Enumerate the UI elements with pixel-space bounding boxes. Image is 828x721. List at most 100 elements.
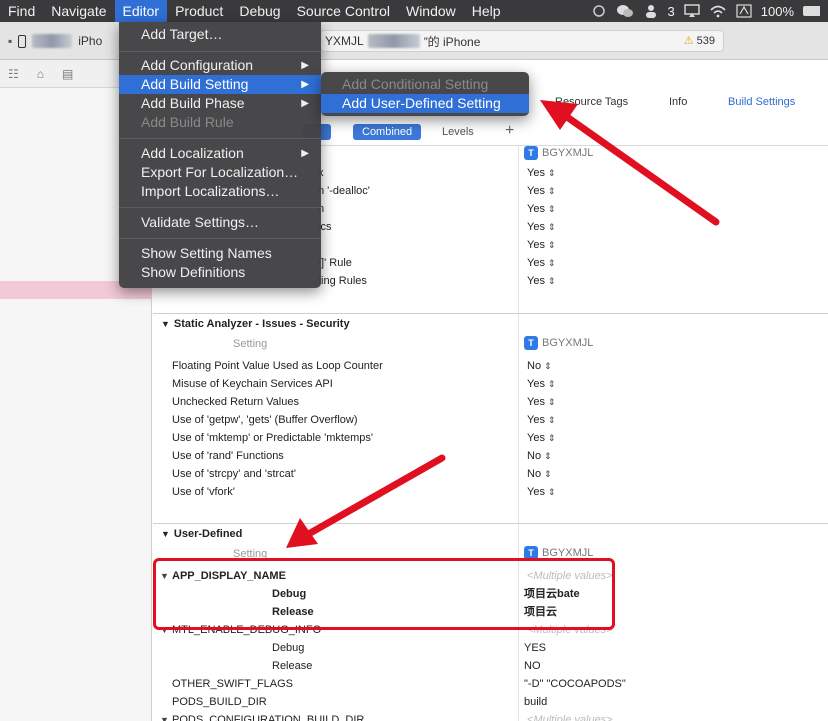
menu-item-add-localization[interactable]: Add Localization ▶ (119, 144, 321, 163)
submenu-arrow-icon: ▶ (301, 98, 309, 109)
setting-value[interactable]: Yes ⇕ (527, 429, 556, 447)
setting-row[interactable]: Floating Point Value Used as Loop Counte… (153, 357, 828, 375)
setting-row[interactable]: Use of 'rand' Functions No ⇕ (153, 447, 828, 465)
add-icon[interactable]: + (505, 122, 514, 140)
setting-row-pods-configuration-build-dir[interactable]: ▼ PODS_CONFIGURATION_BUILD_DIR <Multiple… (153, 711, 828, 721)
menu-item-show-setting-names[interactable]: Show Setting Names (119, 244, 321, 263)
setting-name: ting Rules (318, 275, 367, 287)
redacted-name (32, 34, 73, 48)
setting-name: PODS_BUILD_DIR (172, 696, 267, 708)
input-source-icon[interactable] (735, 4, 753, 18)
setting-value[interactable]: Yes ⇕ (527, 272, 556, 290)
warning-indicator[interactable]: ⚠ 539 (684, 34, 715, 48)
setting-value[interactable]: Yes ⇕ (527, 254, 556, 272)
section-static-analyzer[interactable]: ▼ Static Analyzer - Issues - Security (153, 313, 828, 333)
setting-value[interactable]: Yes ⇕ (527, 236, 556, 254)
wechat-icon[interactable] (616, 4, 634, 18)
status-suffix: ”的 iPhone (423, 34, 481, 49)
menu-item-add-build-phase[interactable]: Add Build Phase ▶ (119, 94, 321, 113)
menu-item-show-definitions[interactable]: Show Definitions (119, 263, 321, 282)
menu-item-export-localization[interactable]: Export For Localization… (119, 163, 321, 182)
tag-icon[interactable]: ⌂ (37, 67, 44, 81)
setting-value[interactable]: No ⇕ (527, 447, 552, 465)
menu-item-import-localizations[interactable]: Import Localizations… (119, 182, 321, 201)
segment-levels[interactable]: Levels (433, 124, 483, 140)
stop-icon[interactable]: ▪ (8, 34, 12, 48)
menu-debug[interactable]: Debug (231, 0, 288, 22)
airplay-icon[interactable] (683, 4, 701, 18)
value-text: Yes (527, 414, 545, 426)
setting-value[interactable]: Yes ⇕ (527, 411, 556, 429)
setting-row[interactable]: Use of 'getpw', 'gets' (Buffer Overflow)… (153, 411, 828, 429)
menu-navigate[interactable]: Navigate (43, 0, 114, 22)
activity-status: YXMJL ”的 iPhone ⚠ 539 (320, 30, 724, 52)
tab-info[interactable]: Info (669, 96, 687, 108)
menu-product[interactable]: Product (167, 0, 231, 22)
setting-value[interactable]: Yes ⇕ (527, 200, 556, 218)
target-header: T BGYXMJL (524, 336, 593, 350)
setting-value[interactable]: YES (524, 639, 546, 657)
tab-resource-tags[interactable]: Resource Tags (555, 96, 628, 108)
menu-editor[interactable]: Editor (114, 0, 168, 22)
setting-value[interactable]: Yes ⇕ (527, 182, 556, 200)
setting-value[interactable]: Yes ⇕ (527, 483, 556, 501)
battery-icon[interactable] (802, 4, 820, 18)
menu-help[interactable]: Help (464, 0, 509, 22)
target-header: T BGYXMJL (524, 146, 593, 160)
setting-value[interactable]: No ⇕ (527, 357, 552, 375)
setting-value[interactable]: build (524, 693, 547, 711)
setting-row-other-swift-flags[interactable]: OTHER_SWIFT_FLAGS "-D" "COCOAPODS" (153, 675, 828, 693)
spotlight-user-icon[interactable] (590, 4, 608, 18)
section-user-defined[interactable]: ▼ User-Defined (153, 523, 828, 543)
setting-row-release[interactable]: Release NO (153, 657, 828, 675)
segment-combined[interactable]: Combined (353, 124, 422, 140)
disclosure-triangle-icon[interactable]: ▼ (161, 319, 170, 329)
setting-value[interactable]: NO (524, 657, 541, 675)
disclosure-triangle-icon[interactable]: ▼ (160, 711, 169, 721)
menu-item-add-conditional-setting: Add Conditional Setting (342, 76, 489, 92)
menu-item-label: Add Localization (141, 145, 244, 161)
setting-row-debug[interactable]: Debug YES (153, 639, 828, 657)
value-text: Yes (527, 378, 545, 390)
menu-separator (119, 238, 321, 239)
menu-item-add-user-defined-setting[interactable]: Add User-Defined Setting (321, 94, 529, 113)
menu-find[interactable]: Find (0, 0, 43, 22)
value-text: Yes (527, 275, 545, 287)
scheme-selector[interactable]: ▪ iPho (8, 30, 102, 52)
setting-value[interactable]: Yes ⇕ (527, 393, 556, 411)
setting-row[interactable]: Use of 'mktemp' or Predictable 'mktemps'… (153, 429, 828, 447)
list-icon[interactable]: ☷ (8, 67, 19, 81)
comment-icon[interactable]: ▤ (62, 67, 73, 81)
value-text: Yes (527, 221, 545, 233)
setting-row[interactable]: Misuse of Keychain Services API Yes ⇕ (153, 375, 828, 393)
config-name: Release (272, 660, 313, 672)
stepper-icon: ⇕ (547, 240, 556, 250)
menu-item-add-configuration[interactable]: Add Configuration ▶ (119, 56, 321, 75)
value-text: Yes (527, 185, 545, 197)
setting-value[interactable]: "-D" "COCOAPODS" (524, 675, 626, 693)
setting-column-header: Setting (233, 338, 268, 350)
redacted-status (367, 34, 420, 48)
menu-item-add-target[interactable]: Add Target… (119, 25, 321, 44)
menu-source-control[interactable]: Source Control (289, 0, 398, 22)
setting-value[interactable]: <Multiple values> (527, 711, 613, 721)
menu-bar: Find Navigate Editor Product Debug Sourc… (0, 0, 828, 22)
tab-build-settings[interactable]: Build Settings (728, 96, 795, 108)
menu-item-add-build-setting[interactable]: Add Build Setting ▶ (119, 75, 321, 94)
setting-value[interactable]: Yes ⇕ (527, 218, 556, 236)
setting-row-pods-build-dir[interactable]: PODS_BUILD_DIR build (153, 693, 828, 711)
setting-row[interactable]: Use of 'strcpy' and 'strcat' No ⇕ (153, 465, 828, 483)
setting-value[interactable]: Yes ⇕ (527, 164, 556, 182)
menu-item-validate-settings[interactable]: Validate Settings… (119, 213, 321, 232)
person-icon[interactable] (642, 4, 660, 18)
wifi-icon[interactable] (709, 4, 727, 18)
disclosure-triangle-icon[interactable]: ▼ (161, 529, 170, 539)
setting-value[interactable]: Yes ⇕ (527, 375, 556, 393)
menu-separator (119, 51, 321, 52)
setting-value[interactable]: No ⇕ (527, 465, 552, 483)
editor-menu: Add Target… Add Configuration ▶ Add Build… (119, 22, 321, 288)
setting-row[interactable]: Unchecked Return Values Yes ⇕ (153, 393, 828, 411)
menu-window[interactable]: Window (398, 0, 464, 22)
target-name: BGYXMJL (542, 147, 594, 159)
setting-row[interactable]: Use of 'vfork' Yes ⇕ (153, 483, 828, 501)
